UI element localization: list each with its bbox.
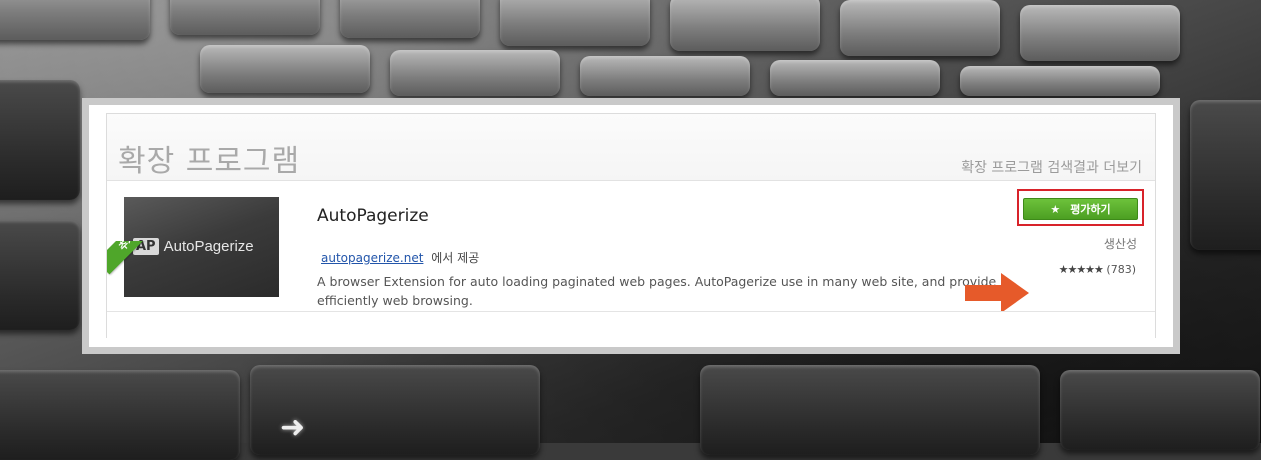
screenshot-frame: 확장 프로그램 확장 프로그램 검색결과 더보기 AP AutoPagerize… xyxy=(82,98,1180,354)
store-panel: 확장 프로그램 확장 프로그램 검색결과 더보기 AP AutoPagerize… xyxy=(89,105,1173,347)
keyboard-key xyxy=(0,220,80,330)
arrow-key-icon: ➜ xyxy=(280,410,306,445)
rating: ★★★★★ (783) xyxy=(1059,263,1136,276)
keyboard-key xyxy=(390,50,560,96)
added-ribbon-label: 추가됨 xyxy=(107,241,167,275)
star-icon: ★ xyxy=(1050,202,1061,216)
rating-count: (783) xyxy=(1106,263,1136,276)
provider-line: autopagerize.net 에서 제공 xyxy=(321,249,479,266)
section-header: 확장 프로그램 확장 프로그램 검색결과 더보기 xyxy=(107,114,1155,181)
rate-button[interactable]: ★ 평가하기 xyxy=(1023,198,1138,220)
logo-text: AutoPagerize xyxy=(163,238,254,255)
keyboard-key xyxy=(840,0,1000,56)
extension-name[interactable]: AutoPagerize xyxy=(317,206,429,226)
more-results-link[interactable]: 확장 프로그램 검색결과 더보기 xyxy=(961,157,1142,177)
category-label: 생산성 xyxy=(1103,237,1137,251)
keyboard-key xyxy=(500,0,650,46)
extension-item[interactable]: AP AutoPagerize 추가됨 AutoPagerize autopag… xyxy=(107,181,1155,313)
extension-description: A browser Extension for auto loading pag… xyxy=(317,274,997,308)
rate-button-label: 평가하기 xyxy=(1070,203,1111,216)
keyboard-key xyxy=(200,45,370,93)
keyboard-key xyxy=(1020,5,1180,61)
keyboard-key xyxy=(0,0,150,40)
keyboard-key xyxy=(700,365,1040,455)
results-section: 확장 프로그램 확장 프로그램 검색결과 더보기 AP AutoPagerize… xyxy=(106,113,1156,339)
added-ribbon: 추가됨 xyxy=(107,241,177,311)
keyboard-key xyxy=(340,0,480,38)
keyboard-key xyxy=(170,0,320,35)
keyboard-key xyxy=(0,80,80,200)
provider-link[interactable]: autopagerize.net xyxy=(321,251,423,265)
keyboard-key xyxy=(1190,100,1261,250)
keyboard-key xyxy=(0,370,240,460)
keyboard-key xyxy=(1060,370,1260,450)
section-title: 확장 프로그램 xyxy=(118,144,301,179)
highlight-box: ★ 평가하기 xyxy=(1017,189,1144,226)
keyboard-key xyxy=(960,66,1160,96)
next-item-divider xyxy=(107,311,1155,339)
provider-suffix: 에서 제공 xyxy=(431,251,480,265)
pointer-arrow-icon xyxy=(965,273,1029,313)
keyboard-key xyxy=(670,0,820,51)
keyboard-key xyxy=(580,56,750,96)
rating-stars-icon: ★★★★★ xyxy=(1058,263,1104,276)
keyboard-key xyxy=(770,60,940,96)
